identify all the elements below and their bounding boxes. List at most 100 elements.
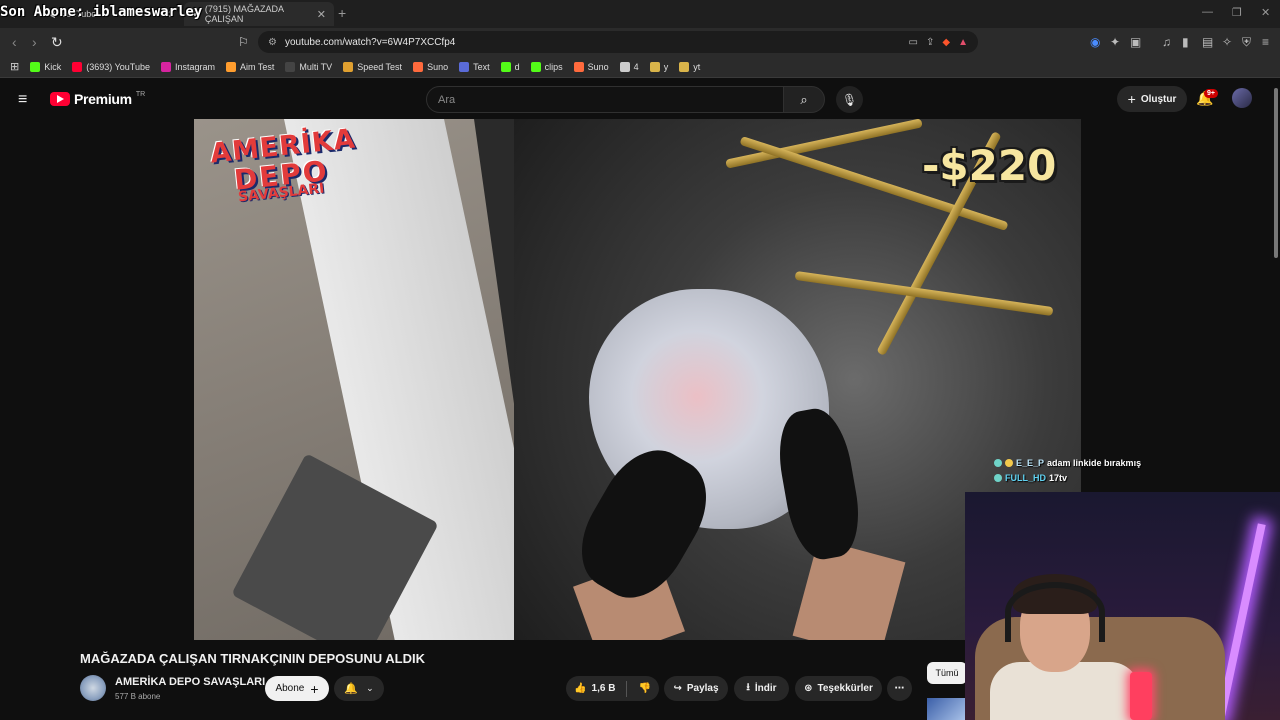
leo-icon[interactable]: ✧: [1222, 35, 1232, 49]
hamburger-menu-icon[interactable]: ≡: [18, 91, 27, 109]
bookmark-aim-test[interactable]: Aim Test: [226, 61, 274, 72]
music-icon[interactable]: ♫: [1162, 35, 1171, 49]
subscribe-button[interactable]: Abone +: [265, 676, 329, 701]
chat-username: FULL_HD: [1005, 472, 1046, 483]
maximize-icon[interactable]: ❐: [1232, 6, 1242, 19]
bookmark-instagram[interactable]: Instagram: [160, 61, 215, 72]
new-tab-icon[interactable]: +: [338, 5, 346, 21]
last-subscriber-overlay: Son Abone: iblameswarley: [0, 4, 203, 20]
chat-text: adam linkide bırakmış: [1047, 457, 1142, 468]
browser-menu-icon[interactable]: ≡: [1262, 35, 1269, 49]
extensions-icon[interactable]: ✦: [1110, 35, 1120, 49]
url-text: youtube.com/watch?v=6W4P7XCCfp4: [284, 36, 456, 48]
bookmark-icon[interactable]: ⚐: [238, 35, 249, 49]
bookmark-suno-2[interactable]: Suno: [573, 61, 609, 72]
like-count: 1,6 B: [591, 683, 616, 694]
aim-test-icon: [226, 61, 236, 72]
bookmark-kick[interactable]: Kick: [30, 61, 61, 72]
back-icon[interactable]: ‹: [12, 34, 17, 50]
bookmark-youtube[interactable]: (3693) YouTube: [72, 61, 150, 72]
bookmarks-bar: ⊞ Kick (3693) YouTube Instagram Aim Test…: [0, 56, 1280, 78]
search-icon: ⌕: [800, 91, 808, 107]
tab-close-icon[interactable]: ✕: [317, 8, 326, 21]
divider: [626, 680, 628, 697]
download-button[interactable]: ⭳ İndir: [734, 676, 789, 701]
multi-tv-icon: [285, 61, 296, 72]
shield-icon[interactable]: ◆: [942, 37, 950, 48]
recommended-video-thumbnail[interactable]: [927, 698, 965, 720]
like-button[interactable]: 👍 1,6 B: [574, 683, 615, 694]
super-thanks-icon: ⊛: [804, 683, 813, 694]
account-avatar[interactable]: [1232, 88, 1252, 108]
dislike-button[interactable]: 👎: [638, 683, 650, 694]
channel-name[interactable]: AMERİKA DEPO SAVAŞLARI: [115, 676, 265, 688]
headset-icon: [1005, 582, 1105, 642]
window-close-icon[interactable]: ✕: [1261, 6, 1270, 19]
speed-test-icon: [343, 61, 354, 72]
notification-settings-button[interactable]: 🔔 ⌄: [334, 676, 384, 701]
share-page-icon[interactable]: ⇪: [926, 37, 934, 48]
thanks-label: Teşekkürler: [817, 683, 873, 694]
tab-label: (7915) MAĞAZADA ÇALIŞAN: [204, 4, 284, 24]
channel-avatar[interactable]: [80, 675, 106, 701]
reload-icon[interactable]: ↻: [51, 34, 63, 51]
instagram-icon: [160, 61, 171, 72]
vpn-icon[interactable]: ⛨: [1242, 35, 1251, 50]
sidebar-icon[interactable]: ▮: [1182, 35, 1189, 49]
bookmark-folder-yt[interactable]: yt: [679, 61, 700, 72]
address-bar[interactable]: ⚙ youtube.com/watch?v=6W4P7XCCfp4 ▭ ⇪ ◆ …: [258, 31, 978, 53]
apps-grid-icon[interactable]: ⊞: [10, 60, 19, 73]
rewards-icon[interactable]: ▲: [958, 37, 968, 48]
bookmark-multi-tv[interactable]: Multi TV: [285, 61, 332, 72]
thumbs-down-icon: 👎: [638, 683, 651, 694]
bookmark-suno[interactable]: Suno: [413, 61, 448, 72]
download-icon: ⭳: [746, 682, 750, 693]
cast-icon[interactable]: ▭: [909, 37, 918, 48]
audio-icon[interactable]: ◉: [1090, 35, 1100, 49]
bookmark-text[interactable]: Text: [459, 61, 490, 72]
notification-badge: 9+: [1204, 89, 1218, 98]
clips-icon: [530, 61, 541, 72]
voice-search-button[interactable]: 🎙: [836, 86, 863, 113]
create-button[interactable]: + Oluştur: [1117, 86, 1187, 112]
microphone-icon: 🎙: [841, 92, 858, 107]
page-scrollbar[interactable]: [1274, 88, 1278, 258]
browser-toolbar: ‹ › ↻ ⚐ ⚙ youtube.com/watch?v=6W4P7XCCfp…: [0, 28, 1280, 56]
globe-icon: [619, 61, 630, 72]
forward-icon[interactable]: ›: [32, 34, 37, 50]
minimize-icon[interactable]: —: [1202, 6, 1213, 18]
thanks-button[interactable]: ⊛ Teşekkürler: [795, 676, 882, 701]
wallet-icon[interactable]: ▤: [1202, 35, 1213, 49]
bookmark-speed-test[interactable]: Speed Test: [343, 61, 402, 72]
streamer-webcam: [965, 492, 1280, 720]
share-button[interactable]: ↪ Paylaş: [664, 676, 728, 701]
filter-chip-all[interactable]: Tümü: [927, 662, 967, 684]
browser-tab-active[interactable]: ◀ (7915) MAĞAZADA ÇALIŞAN ✕: [184, 2, 334, 26]
plus-icon: +: [310, 680, 319, 697]
search-button[interactable]: ⌕: [783, 86, 825, 113]
chat-badge-icon: [994, 473, 1002, 482]
thumbs-up-icon: 👍: [574, 683, 587, 694]
site-info-icon[interactable]: ⚙: [268, 37, 277, 48]
webcam-lamp: [1130, 672, 1152, 720]
logo-region: TR: [135, 90, 146, 98]
chat-message: FULL_HD 17tv: [994, 470, 1141, 485]
video-player[interactable]: AMERİKA DEPO SAVAŞLARI -$220: [194, 119, 1081, 640]
suno-icon: [573, 61, 584, 72]
bookmark-4[interactable]: 4: [619, 61, 639, 72]
video-title: MAĞAZADA ÇALIŞAN TIRNAKÇININ DEPOSUNU AL…: [80, 651, 425, 666]
bookmark-d[interactable]: d: [500, 61, 520, 72]
youtube-logo[interactable]: Premium TR: [50, 91, 145, 107]
bell-icon: 🔔: [344, 683, 359, 695]
bookmark-clips[interactable]: clips: [530, 61, 563, 72]
chat-username: E_E_P: [1016, 457, 1045, 468]
chat-text: 17tv: [1049, 472, 1068, 483]
search-input[interactable]: Ara: [426, 86, 784, 113]
folder-icon: [649, 61, 660, 72]
youtube-play-icon: [50, 92, 70, 106]
logo-text: Premium: [74, 91, 132, 107]
bookmark-folder-y[interactable]: y: [649, 61, 668, 72]
reader-icon[interactable]: ▣: [1130, 35, 1141, 49]
more-actions-button[interactable]: ⋯: [887, 676, 912, 701]
chevron-down-icon: ⌄: [366, 683, 374, 693]
